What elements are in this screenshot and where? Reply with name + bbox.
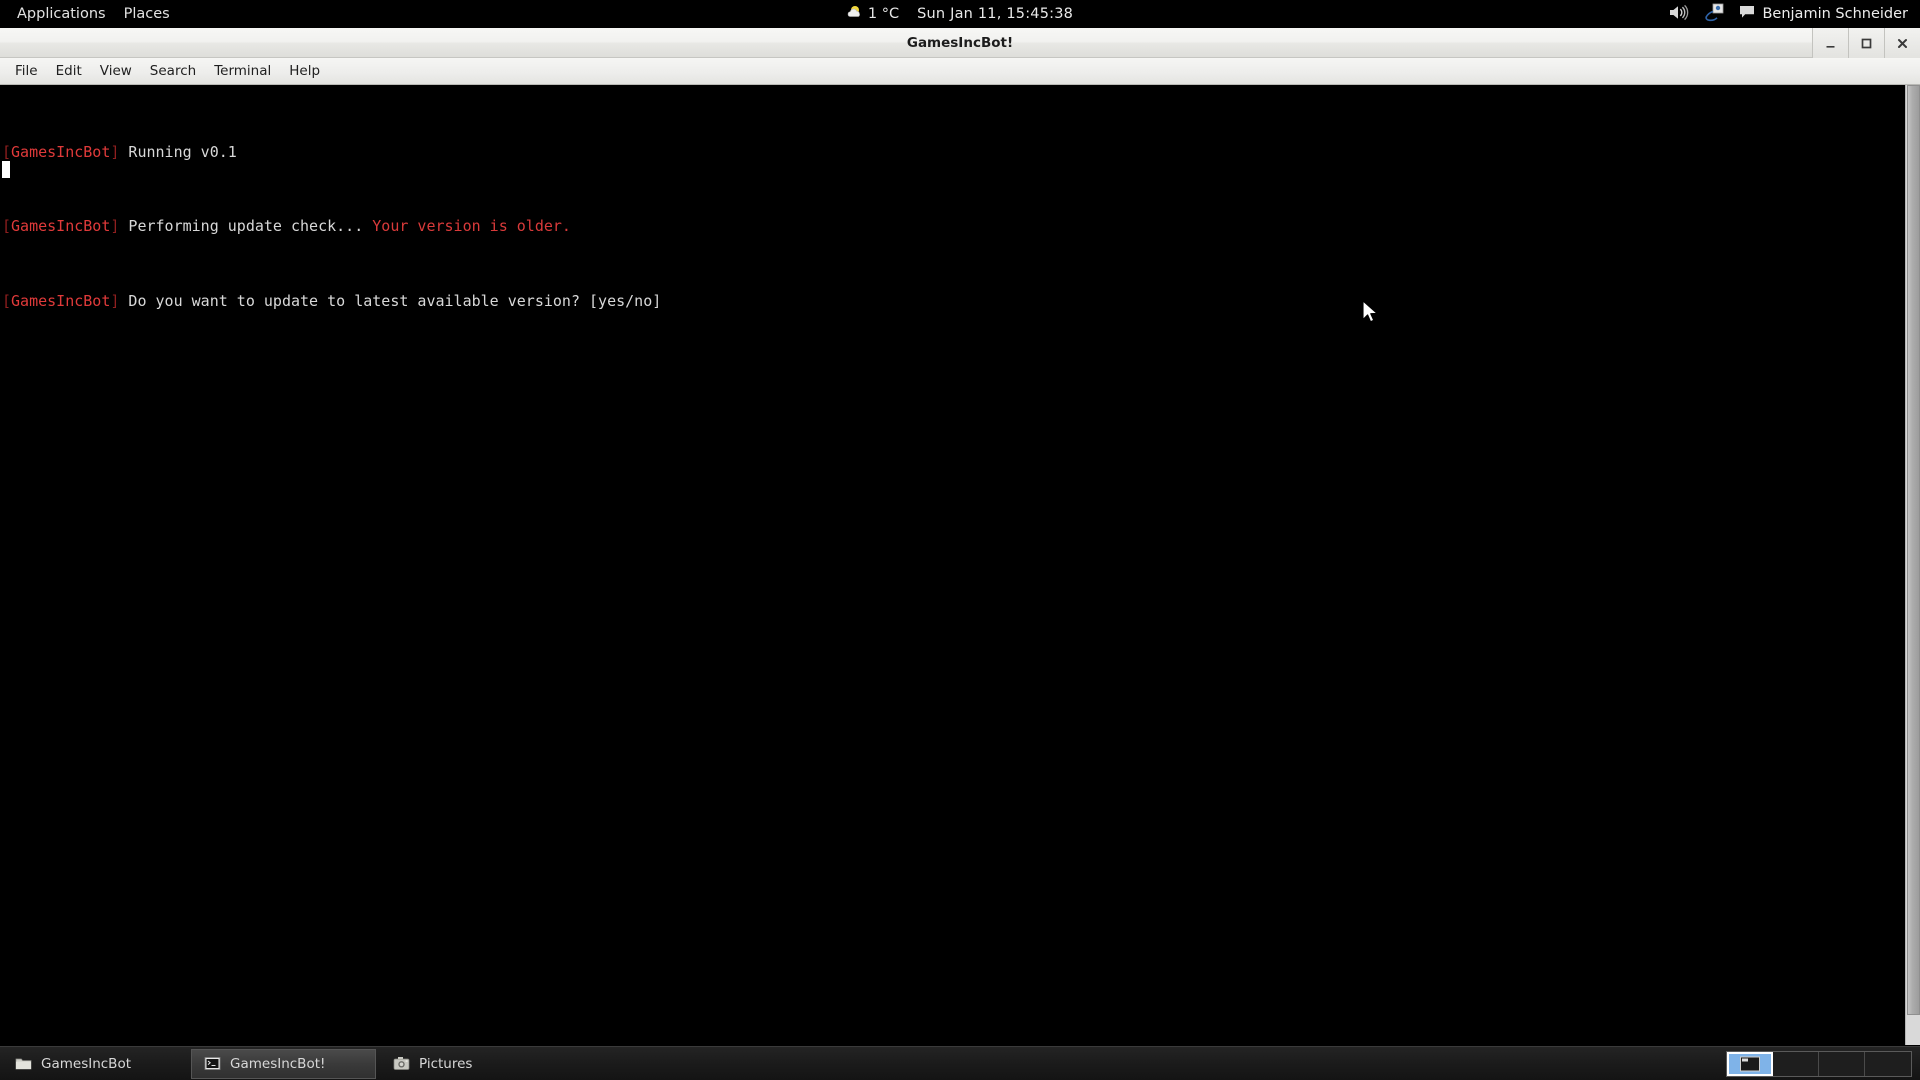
menubar: File Edit View Search Terminal Help [0, 58, 1920, 85]
terminal-line-tag: GamesIncBot [11, 291, 111, 310]
close-button[interactable] [1884, 28, 1920, 58]
terminal-cursor [2, 161, 10, 178]
terminal-line-text: Performing update check... [119, 217, 373, 236]
applications-menu[interactable]: Applications [8, 1, 115, 27]
taskbar: GamesIncBot GamesIncBot! Pictures [0, 1046, 1920, 1080]
taskbar-item-label: GamesIncBot! [230, 1055, 326, 1072]
sun-behind-cloud-icon [847, 5, 864, 24]
user-name: Benjamin Schneider [1762, 6, 1908, 22]
menu-search[interactable]: Search [141, 60, 205, 82]
weather-temperature: 1 °C [867, 6, 900, 22]
terminal-line-text: Running v0.1 [119, 142, 237, 161]
taskbar-item-gamesincbot-terminal[interactable]: GamesIncBot! [191, 1048, 376, 1079]
taskbar-item-pictures[interactable]: Pictures [380, 1049, 565, 1079]
terminal-line-tag: GamesIncBot [11, 217, 111, 236]
terminal-line: [GamesIncBot] Running v0.1 [2, 143, 661, 162]
workspace-1[interactable] [1727, 1051, 1773, 1076]
terminal-line-text: Do you want to update to latest availabl… [119, 291, 662, 310]
workspace-3[interactable] [1819, 1051, 1865, 1076]
panel-center-group: 1 °C Sun Jan 11, 15:45:38 [0, 5, 1920, 24]
panel-tray: Benjamin Schneider [1669, 0, 1912, 28]
terminal-line-bracket-open: [ [2, 291, 12, 310]
terminal-output-area[interactable]: [GamesIncBot] Running v0.1 [GamesIncBot]… [0, 85, 1920, 1045]
terminal-scrollbar-thumb[interactable] [1907, 85, 1920, 1015]
terminal-line-warning: Your version is older. [372, 217, 571, 236]
weather-indicator[interactable]: 1 °C [847, 5, 899, 24]
window-title: GamesIncBot! [906, 34, 1014, 51]
workspace-2[interactable] [1773, 1051, 1819, 1076]
taskbar-item-label: GamesIncBot [41, 1055, 131, 1072]
places-menu[interactable]: Places [115, 1, 179, 27]
taskbar-item-label: Pictures [419, 1055, 473, 1072]
panel-menu-group: Applications Places [0, 0, 179, 28]
terminal-scrollbar[interactable] [1905, 85, 1920, 1045]
window-controls [1812, 28, 1920, 58]
minimize-button[interactable] [1812, 28, 1848, 58]
menu-terminal[interactable]: Terminal [205, 60, 280, 82]
user-menu[interactable]: Benjamin Schneider [1739, 5, 1912, 23]
terminal-line-tag: GamesIncBot [11, 142, 111, 161]
terminal-line: [GamesIncBot] Performing update check...… [2, 217, 661, 236]
terminal-line-bracket-open: [ [2, 142, 12, 161]
workspace-switcher [1726, 1050, 1912, 1077]
menu-file[interactable]: File [6, 60, 47, 82]
terminal-text: [GamesIncBot] Running v0.1 [GamesIncBot]… [2, 87, 661, 366]
clock[interactable]: Sun Jan 11, 15:45:38 [917, 6, 1073, 22]
window-titlebar[interactable]: GamesIncBot! [0, 28, 1920, 58]
volume-icon[interactable] [1669, 4, 1689, 25]
terminal-icon [204, 1055, 221, 1072]
workspace-window-thumbnail [1740, 1056, 1760, 1071]
workspace-4[interactable] [1865, 1051, 1911, 1076]
folder-icon [15, 1055, 32, 1072]
menu-help[interactable]: Help [280, 60, 329, 82]
terminal-line: [GamesIncBot] Do you want to update to l… [2, 292, 661, 311]
terminal-window: GamesIncBot! File Edit View Search Termi… [0, 28, 1920, 1046]
image-viewer-icon [393, 1055, 410, 1072]
desktop: Applications Places 1 °C Sun Jan 11, 15:… [0, 0, 1920, 1080]
terminal-line-bracket-open: [ [2, 217, 12, 236]
menu-edit[interactable]: Edit [47, 60, 91, 82]
top-panel: Applications Places 1 °C Sun Jan 11, 15:… [0, 0, 1920, 28]
taskbar-item-gamesincbot-folder[interactable]: GamesIncBot [2, 1049, 187, 1079]
chat-bubble-icon [1739, 5, 1755, 23]
network-plug-icon[interactable] [1703, 3, 1725, 26]
maximize-button[interactable] [1848, 28, 1884, 58]
menu-view[interactable]: View [91, 60, 141, 82]
